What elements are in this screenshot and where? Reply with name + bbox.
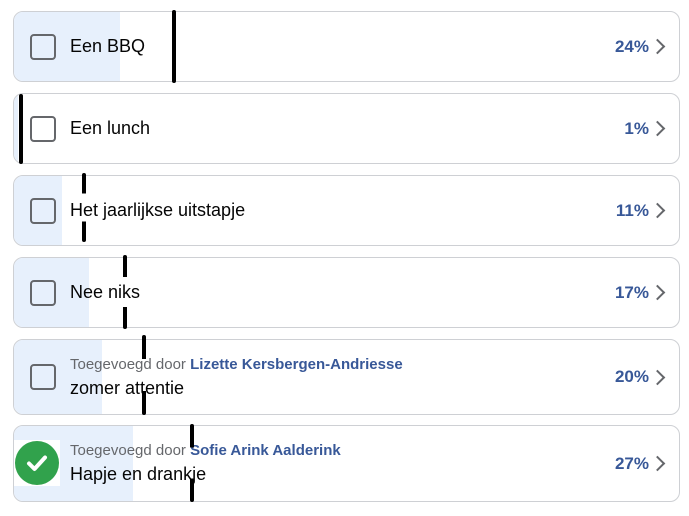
- chevron-right-icon[interactable]: [649, 120, 666, 137]
- poll-option[interactable]: Toegevoegd door Lizette Kersbergen-Andri…: [13, 339, 680, 415]
- chevron-right-icon[interactable]: [649, 38, 666, 55]
- checkbox-icon[interactable]: [30, 33, 56, 60]
- option-percent: 11%: [615, 200, 649, 220]
- option-label: Het jaarlijkse uitstapje: [70, 199, 246, 220]
- added-by-line: Toegevoegd door Sofie Arink Aalderink: [70, 442, 341, 459]
- selected-indicator[interactable]: [14, 439, 60, 486]
- option-label: Nee niks: [70, 281, 141, 302]
- checkbox-icon[interactable]: [30, 197, 56, 224]
- option-percent: 20%: [614, 367, 649, 386]
- added-prefix: Toegevoegd door: [70, 356, 186, 373]
- option-label: zomer attentie: [70, 378, 185, 398]
- option-percent: 1%: [624, 118, 649, 138]
- option-label: Hapje en drankje: [70, 464, 207, 484]
- poll-option[interactable]: Een BBQ 24%: [13, 11, 680, 82]
- percent-marker: [123, 255, 127, 329]
- checkbox-icon[interactable]: [30, 364, 56, 390]
- option-percent: 24%: [614, 36, 649, 56]
- poll-option[interactable]: Een lunch 1%: [13, 93, 680, 164]
- poll-option[interactable]: Nee niks 17%: [13, 257, 680, 328]
- poll: Een BBQ 24% Een lunch 1% Het jaarlijkse …: [0, 0, 689, 516]
- option-label: Een BBQ: [70, 35, 146, 56]
- added-by-line: Toegevoegd door Lizette Kersbergen-Andri…: [70, 356, 403, 373]
- added-by-name[interactable]: Sofie Arink Aalderink: [190, 442, 341, 459]
- added-by-name[interactable]: Lizette Kersbergen-Andriesse: [190, 356, 403, 373]
- poll-option[interactable]: Het jaarlijkse uitstapje 11%: [13, 175, 680, 246]
- option-percent: 17%: [614, 282, 649, 302]
- percent-fill: [14, 94, 19, 163]
- option-percent: 27%: [614, 453, 649, 473]
- chevron-right-icon[interactable]: [649, 455, 666, 472]
- chevron-right-icon[interactable]: [649, 202, 666, 219]
- check-circle-icon[interactable]: [15, 440, 59, 485]
- checkbox-icon[interactable]: [30, 115, 56, 142]
- percent-marker: [172, 10, 176, 83]
- checkbox-icon[interactable]: [30, 279, 56, 306]
- percent-fill: [14, 340, 103, 414]
- percent-marker: [19, 94, 23, 164]
- percent-marker: [190, 424, 194, 502]
- poll-option[interactable]: Toegevoegd door Sofie Arink Aalderink Ha…: [13, 425, 680, 502]
- added-prefix: Toegevoegd door: [70, 442, 186, 459]
- chevron-right-icon[interactable]: [649, 284, 666, 301]
- option-label: Een lunch: [70, 117, 151, 138]
- percent-marker: [82, 173, 86, 242]
- chevron-right-icon[interactable]: [649, 369, 666, 385]
- percent-marker: [142, 335, 146, 415]
